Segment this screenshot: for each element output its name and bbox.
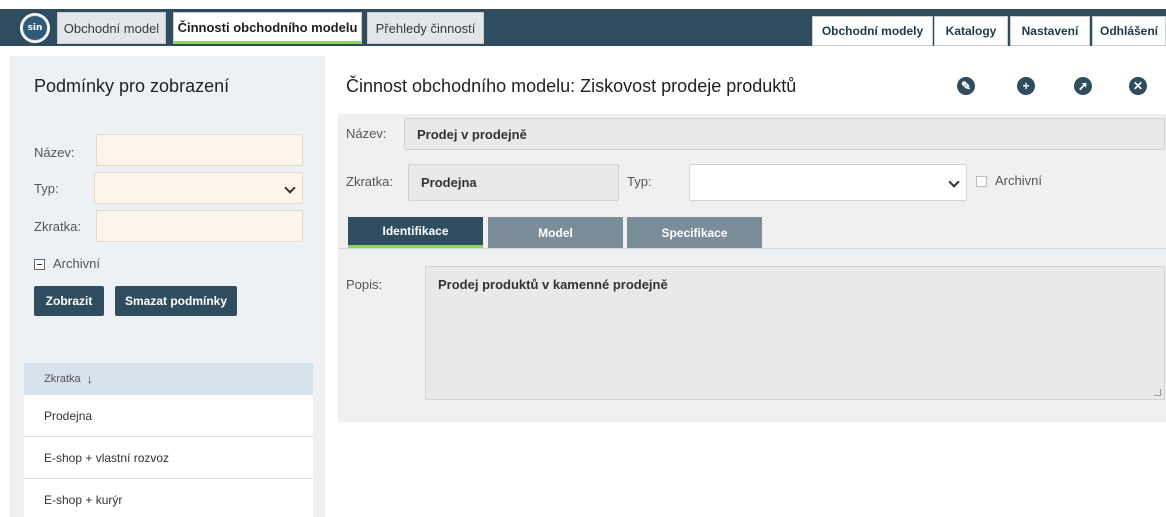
clear-conditions-button[interactable]: Smazat podmínky: [115, 286, 237, 316]
rocket-icon[interactable]: ➚: [1074, 77, 1092, 95]
filter-archive-checkbox[interactable]: [34, 259, 45, 270]
table-row[interactable]: E-shop + vlastní rozvoz: [24, 437, 313, 479]
filter-archive-label: Archivní: [53, 256, 100, 271]
arrow-down-icon: ↓: [86, 372, 93, 386]
results-grid: Zkratka ↓ Prodejna E-shop + vlastní rozv…: [24, 363, 313, 517]
logo-text: sin: [23, 16, 47, 40]
detail-abbr-field[interactable]: Prodejna: [408, 164, 619, 201]
detail-desc-label: Popis:: [346, 277, 383, 292]
nav-obchodni-modely[interactable]: Obchodní modely: [812, 16, 933, 46]
close-icon[interactable]: ✕: [1129, 77, 1147, 95]
nav-katalogy[interactable]: Katalogy: [934, 16, 1008, 46]
filter-name-input[interactable]: [96, 134, 303, 166]
filter-type-label: Typ:: [34, 181, 59, 196]
tab-divider: [338, 248, 1166, 249]
indeterminate-icon: [37, 264, 42, 265]
tab-identifikace[interactable]: Identifikace: [348, 217, 483, 248]
add-icon[interactable]: +: [1017, 77, 1035, 95]
resize-handle-icon[interactable]: [1154, 389, 1161, 396]
detail-desc-field[interactable]: Prodej produktů v kamenné prodejně: [425, 266, 1165, 400]
tab-obchodni-model[interactable]: Obchodní model: [57, 12, 166, 44]
tab-prehledy[interactable]: Přehledy činností: [367, 12, 484, 44]
detail-type-label: Typ:: [627, 174, 652, 189]
filter-panel: Podmínky pro zobrazení Název: Typ: Zkrat…: [10, 56, 325, 517]
tab-specifikace[interactable]: Specifikace: [627, 217, 762, 248]
detail-name-field[interactable]: Prodej v prodejně: [404, 118, 1165, 150]
detail-archive-checkbox[interactable]: [976, 176, 987, 187]
filter-name-label: Název:: [34, 145, 75, 160]
chevron-down-icon: [284, 182, 296, 194]
detail-name-label: Název:: [346, 126, 387, 141]
chevron-down-icon: [948, 176, 960, 188]
filter-type-select[interactable]: [94, 172, 303, 204]
app-logo[interactable]: sin: [20, 13, 50, 43]
detail-header: Činnost obchodního modelu: Ziskovost pro…: [338, 56, 1166, 114]
grid-header-label: Zkratka: [44, 373, 81, 385]
detail-desc-text: Prodej produktů v kamenné prodejně: [438, 277, 668, 292]
show-button[interactable]: Zobrazit: [34, 286, 104, 316]
detail-archive-label: Archivní: [995, 173, 1042, 188]
table-row[interactable]: E-shop + kurýr: [24, 479, 313, 517]
filter-abbr-label: Zkratka:: [34, 219, 81, 234]
filter-title: Podmínky pro zobrazení: [34, 76, 230, 96]
tab-model[interactable]: Model: [488, 217, 623, 248]
detail-panel: Činnost obchodního modelu: Ziskovost pro…: [338, 56, 1166, 422]
grid-header-zkratka[interactable]: Zkratka ↓: [24, 363, 313, 395]
nav-nastaveni[interactable]: Nastavení: [1010, 16, 1090, 46]
tab-cinnosti[interactable]: Činnosti obchodního modelu: [173, 12, 362, 44]
table-row[interactable]: Prodejna: [24, 395, 313, 437]
nav-odhlaseni[interactable]: Odhlášení: [1092, 16, 1166, 46]
detail-title: Činnost obchodního modelu: Ziskovost pro…: [346, 76, 797, 96]
detail-abbr-label: Zkratka:: [346, 174, 393, 189]
edit-icon[interactable]: ✎: [957, 77, 975, 95]
detail-type-select[interactable]: [689, 164, 967, 201]
filter-abbr-input[interactable]: [96, 210, 303, 242]
